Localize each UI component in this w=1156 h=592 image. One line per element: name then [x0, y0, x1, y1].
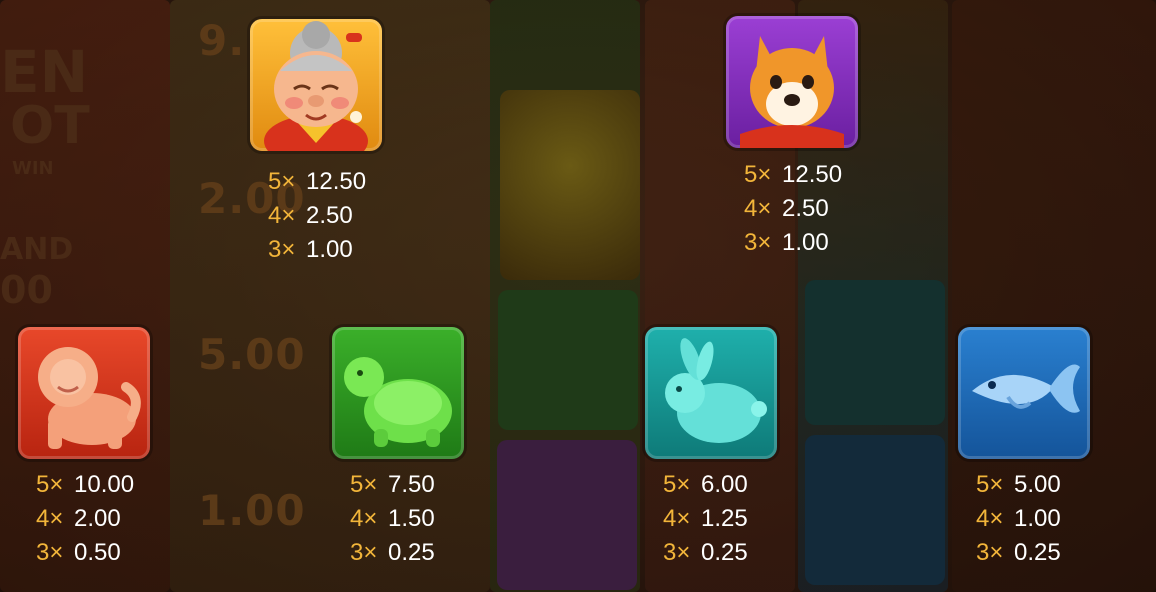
bg-value-3: 5.00 — [198, 330, 306, 379]
payout-value: 2.50 — [782, 195, 829, 222]
lion-foo-dog-icon — [18, 327, 150, 459]
payout-value: 0.25 — [388, 539, 435, 566]
payout-row-5: 5× 7.50 — [350, 468, 435, 502]
multiplier: 5× — [268, 168, 296, 195]
grandma-icon — [250, 19, 382, 151]
multiplier: 3× — [744, 229, 772, 256]
payout-row-3: 3× 1.00 — [268, 233, 366, 267]
multiplier: 5× — [350, 471, 378, 498]
bg-value-1: 9. — [198, 16, 246, 65]
payout-row-3: 3× 0.25 — [976, 536, 1061, 570]
payout-value: 7.50 — [388, 471, 435, 498]
payout-row-3: 3× 0.25 — [663, 536, 748, 570]
payout-row-4: 4× 1.50 — [350, 502, 435, 536]
bg-logo-line-3: WIN — [12, 158, 54, 179]
payout-value: 6.00 — [701, 471, 748, 498]
payout-value: 0.25 — [1014, 539, 1061, 566]
turtle-icon — [332, 327, 464, 459]
bg-side-value: 00 — [0, 268, 53, 312]
payout-value: 0.50 — [74, 539, 121, 566]
payout-value: 2.50 — [306, 202, 353, 229]
payout-value: 1.50 — [388, 505, 435, 532]
multiplier: 5× — [663, 471, 691, 498]
payout-table-fish: 5× 5.00 4× 1.00 3× 0.25 — [976, 468, 1061, 570]
payout-table-grandma: 5× 12.50 4× 2.50 3× 1.00 — [268, 165, 366, 267]
payout-row-4: 4× 2.00 — [36, 502, 134, 536]
payout-value: 1.00 — [306, 236, 353, 263]
shiba-dog-icon — [726, 16, 858, 148]
bg-rabbit-tile — [805, 280, 945, 425]
payout-row-5: 5× 12.50 — [744, 158, 842, 192]
payout-row-3: 3× 1.00 — [744, 226, 842, 260]
bg-fish-tile — [805, 435, 945, 585]
bg-dog-tile — [497, 440, 637, 590]
payout-value: 1.00 — [782, 229, 829, 256]
payout-row-5: 5× 6.00 — [663, 468, 748, 502]
multiplier: 4× — [268, 202, 296, 229]
payout-row-5: 5× 12.50 — [268, 165, 366, 199]
payout-row-3: 3× 0.25 — [350, 536, 435, 570]
rabbit-icon — [645, 327, 777, 459]
payout-table-rabbit: 5× 6.00 4× 1.25 3× 0.25 — [663, 468, 748, 570]
payout-row-4: 4× 1.00 — [976, 502, 1061, 536]
payout-value: 12.50 — [306, 168, 367, 195]
payout-value: 1.00 — [1014, 505, 1061, 532]
multiplier: 4× — [744, 195, 772, 222]
payout-value: 12.50 — [782, 161, 843, 188]
multiplier: 3× — [663, 539, 691, 566]
bg-logo-line-2: OT — [10, 96, 90, 156]
payout-row-4: 4× 2.50 — [268, 199, 366, 233]
bg-side-label: AND — [0, 232, 74, 267]
bg-coin-tree — [500, 90, 640, 280]
payout-row-5: 5× 5.00 — [976, 468, 1061, 502]
payout-row-4: 4× 2.50 — [744, 192, 842, 226]
multiplier: 5× — [36, 471, 64, 498]
multiplier: 3× — [268, 236, 296, 263]
payout-value: 10.00 — [74, 471, 135, 498]
multiplier: 3× — [36, 539, 64, 566]
multiplier: 5× — [976, 471, 1004, 498]
payout-row-5: 5× 10.00 — [36, 468, 134, 502]
multiplier: 3× — [976, 539, 1004, 566]
bg-turtle-tile — [498, 290, 638, 430]
payout-value: 5.00 — [1014, 471, 1061, 498]
multiplier: 3× — [350, 539, 378, 566]
multiplier: 5× — [744, 161, 772, 188]
fish-icon — [958, 327, 1090, 459]
payout-row-3: 3× 0.50 — [36, 536, 134, 570]
payout-row-4: 4× 1.25 — [663, 502, 748, 536]
multiplier: 4× — [663, 505, 691, 532]
payout-table-turtle: 5× 7.50 4× 1.50 3× 0.25 — [350, 468, 435, 570]
payout-table-lion: 5× 10.00 4× 2.00 3× 0.50 — [36, 468, 134, 570]
bg-value-4: 1.00 — [198, 486, 306, 535]
multiplier: 4× — [36, 505, 64, 532]
payout-value: 0.25 — [701, 539, 748, 566]
payout-table-shiba-dog: 5× 12.50 4× 2.50 3× 1.00 — [744, 158, 842, 260]
multiplier: 4× — [350, 505, 378, 532]
multiplier: 4× — [976, 505, 1004, 532]
payout-value: 1.25 — [701, 505, 748, 532]
payout-value: 2.00 — [74, 505, 121, 532]
